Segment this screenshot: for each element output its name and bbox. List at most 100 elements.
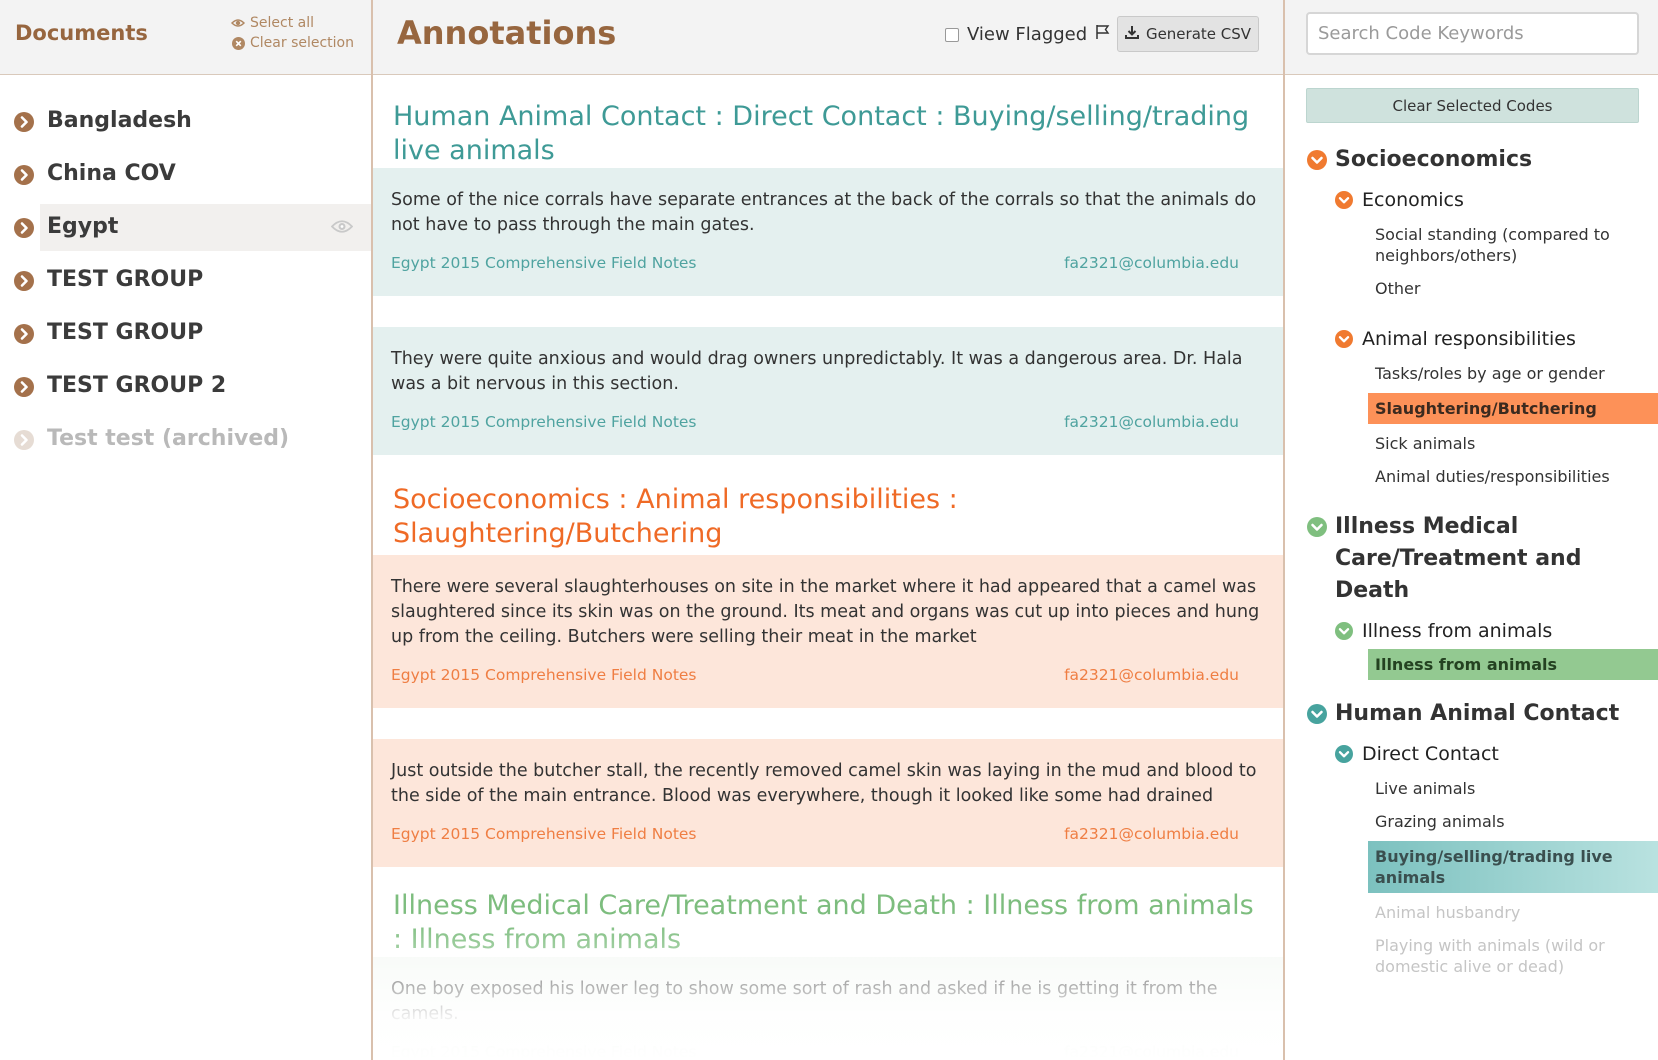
annotation-author: fa2321@columbia.edu: [1064, 1043, 1239, 1060]
chevron-down-icon[interactable]: [1307, 517, 1327, 537]
eye-icon[interactable]: [330, 219, 354, 238]
annotation-card[interactable]: Just outside the butcher stall, the rece…: [373, 739, 1283, 867]
annotation-author: fa2321@columbia.edu: [1064, 825, 1239, 843]
code-leaf-list: Illness from animals: [1285, 649, 1658, 680]
clear-selected-codes-button[interactable]: Clear Selected Codes: [1306, 88, 1639, 123]
document-label: China COV: [47, 161, 176, 186]
view-flagged-label: View Flagged: [967, 24, 1088, 45]
document-item[interactable]: China COV: [0, 151, 371, 198]
chevron-right-icon[interactable]: [14, 377, 34, 397]
chevron-right-icon[interactable]: [14, 324, 34, 344]
code-category-label: Socioeconomics: [1335, 147, 1533, 172]
chevron-down-icon[interactable]: [1335, 191, 1353, 209]
code-category: Socioeconomics Economics Social standing (…: [1285, 144, 1658, 493]
code-subcategory-title[interactable]: Economics: [1285, 186, 1658, 214]
annotation-source-link[interactable]: Egypt 2015 Comprehensive Field Notes: [391, 663, 697, 688]
annotation-card[interactable]: They were quite anxious and would drag o…: [373, 327, 1283, 455]
documents-panel: Documents Select all Clear selection Ban…: [0, 0, 373, 1060]
code-subcategory-label: Illness from animals: [1362, 620, 1553, 642]
chevron-right-icon[interactable]: [14, 165, 34, 185]
chevron-down-icon[interactable]: [1335, 622, 1353, 640]
codes-panel: Clear Selected Codes Socioeconomics Econo…: [1285, 0, 1658, 1060]
code-category-title[interactable]: Illness Medical Care/Treatment and Death: [1285, 511, 1658, 607]
annotation-author: fa2321@columbia.edu: [1064, 413, 1239, 431]
codes-header: [1285, 0, 1658, 75]
annotation-source-link[interactable]: Egypt 2015 Comprehensive Field Notes: [391, 1040, 697, 1060]
chevron-right-icon[interactable]: [14, 430, 34, 450]
chevron-down-icon[interactable]: [1307, 704, 1327, 724]
chevron-right-icon[interactable]: [14, 271, 34, 291]
code-subcategory-label: Animal responsibilities: [1362, 328, 1576, 350]
chevron-right-icon[interactable]: [14, 218, 34, 238]
documents-header: Documents Select all Clear selection: [0, 0, 371, 75]
annotations-panel: Annotations View Flagged Generate CSV Hu…: [373, 0, 1285, 1060]
clear-selection-link[interactable]: Clear selection: [231, 35, 354, 51]
code-subcategory-title[interactable]: Direct Contact: [1285, 740, 1658, 768]
chevron-down-icon[interactable]: [1307, 150, 1327, 170]
document-item[interactable]: TEST GROUP: [0, 257, 371, 304]
view-flagged-toggle[interactable]: View Flagged: [945, 24, 1111, 45]
annotation-group-title: Illness Medical Care/Treatment and Death…: [393, 890, 1254, 955]
view-flagged-checkbox[interactable]: [945, 27, 959, 42]
documents-title: Documents: [15, 21, 148, 45]
document-item[interactable]: Egypt: [0, 204, 371, 251]
annotation-meta: Egypt 2015 Comprehensive Field Notes fa23…: [391, 1040, 1265, 1060]
code-leaf[interactable]: Grazing animals: [1285, 805, 1658, 838]
chevron-down-icon[interactable]: [1335, 745, 1353, 763]
document-item[interactable]: TEST GROUP 2: [0, 363, 371, 410]
annotation-source-link[interactable]: Egypt 2015 Comprehensive Field Notes: [391, 410, 697, 435]
document-item[interactable]: TEST GROUP: [0, 310, 371, 357]
code-category: Illness Medical Care/Treatment and Death…: [1285, 511, 1658, 680]
code-leaf[interactable]: Playing with animals (wild or domestic a…: [1285, 929, 1658, 983]
select-all-link[interactable]: Select all: [231, 15, 314, 31]
code-subcategory-label: Direct Contact: [1362, 743, 1499, 765]
annotation-meta: Egypt 2015 Comprehensive Field Notes fa23…: [391, 251, 1265, 276]
code-category-label: Illness Medical Care/Treatment and Death: [1335, 514, 1582, 603]
code-leaf-selected[interactable]: Illness from animals: [1368, 649, 1658, 680]
annotation-meta: Egypt 2015 Comprehensive Field Notes fa23…: [391, 663, 1265, 688]
code-leaf[interactable]: Sick animals: [1285, 427, 1658, 460]
code-category-title[interactable]: Human Animal Contact: [1285, 698, 1658, 730]
code-leaf-selected[interactable]: Buying/selling/trading live animals: [1368, 841, 1658, 893]
annotation-card[interactable]: Some of the nice corrals have separate e…: [373, 168, 1283, 296]
document-list: Bangladesh China COV Egypt TEST GROUP TEST G…: [0, 98, 371, 469]
code-leaf[interactable]: Tasks/roles by age or gender: [1285, 357, 1658, 390]
annotation-card[interactable]: One boy exposed his lower leg to show so…: [373, 957, 1283, 1060]
annotation-text: There were several slaughterhouses on si…: [391, 577, 1260, 647]
document-label: Test test (archived): [47, 426, 290, 451]
code-leaf[interactable]: Animal duties/responsibilities: [1285, 460, 1658, 493]
document-item[interactable]: Bangladesh: [0, 98, 371, 145]
code-leaf[interactable]: Other: [1285, 272, 1658, 305]
code-leaf-list: Live animals Grazing animals Buying/sellin…: [1285, 772, 1658, 983]
page-title: Annotations: [397, 14, 617, 52]
code-leaf[interactable]: Animal husbandry: [1285, 896, 1658, 929]
clear-selection-label: Clear selection: [250, 35, 354, 51]
code-subcategory-title[interactable]: Animal responsibilities: [1285, 325, 1658, 353]
document-item[interactable]: Test test (archived): [0, 416, 371, 463]
code-subcategory-label: Economics: [1362, 189, 1464, 211]
code-search-input[interactable]: [1306, 12, 1639, 55]
annotation-source-link[interactable]: Egypt 2015 Comprehensive Field Notes: [391, 822, 697, 847]
code-category-label: Human Animal Contact: [1335, 701, 1620, 726]
annotation-text: They were quite anxious and would drag o…: [391, 349, 1243, 394]
annotation-meta: Egypt 2015 Comprehensive Field Notes fa23…: [391, 410, 1265, 435]
annotation-source-link[interactable]: Egypt 2015 Comprehensive Field Notes: [391, 251, 697, 276]
annotation-card[interactable]: There were several slaughterhouses on si…: [373, 555, 1283, 708]
eye-icon: [231, 16, 245, 30]
annotation-group-title: Human Animal Contact : Direct Contact : …: [393, 101, 1250, 166]
select-all-label: Select all: [250, 15, 314, 31]
code-subcategory-title[interactable]: Illness from animals: [1285, 617, 1658, 645]
code-leaf[interactable]: Live animals: [1285, 772, 1658, 805]
code-tree: Socioeconomics Economics Social standing (…: [1285, 144, 1658, 983]
code-leaf-selected[interactable]: Slaughtering/Butchering: [1368, 393, 1658, 424]
close-circle-icon: [231, 36, 245, 50]
code-leaf[interactable]: Social standing (compared to neighbors/o…: [1285, 218, 1658, 272]
generate-csv-button[interactable]: Generate CSV: [1117, 16, 1259, 52]
card-spacer: [373, 708, 1283, 739]
document-label: Bangladesh: [47, 108, 192, 133]
chevron-down-icon[interactable]: [1335, 330, 1353, 348]
flag-icon: [1095, 24, 1111, 45]
code-category-title[interactable]: Socioeconomics: [1285, 144, 1658, 176]
chevron-right-icon[interactable]: [14, 112, 34, 132]
annotation-list[interactable]: Human Animal Contact : Direct Contact : …: [373, 76, 1283, 1060]
